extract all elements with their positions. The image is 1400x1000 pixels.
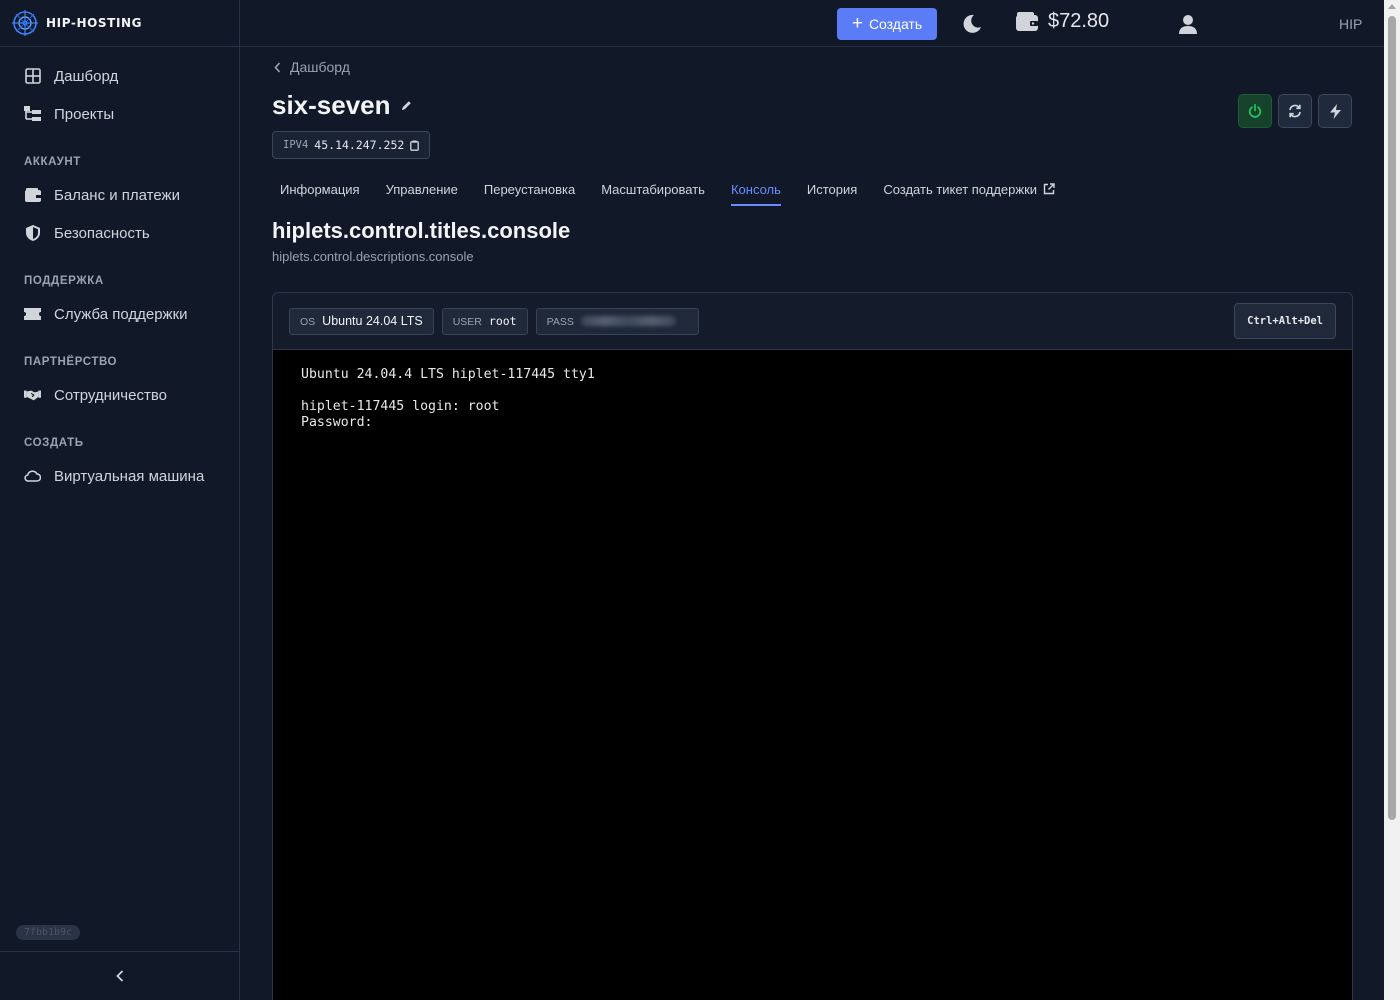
os-label: OS [300,316,316,328]
sidebar-item-label: Безопасность [54,224,150,242]
cloud-icon [24,468,41,485]
pass-label: PASS [546,316,574,328]
sidebar-item-label: Сотрудничество [54,386,167,404]
user-value: root [488,314,517,328]
os-value: Ubuntu 24.04 LTS [322,314,423,328]
tab-info[interactable]: Информация [272,174,373,204]
dashboard-icon [24,68,41,85]
sidebar-collapse-button[interactable] [0,951,239,1000]
wallet-icon [24,187,41,204]
lightning-icon [1329,103,1341,119]
user-icon[interactable] [1177,13,1199,35]
brand-name: HIP-HOSTING [46,16,143,30]
terminal-line: Ubuntu 24.04.4 LTS hiplet-117445 tty1 [301,367,595,382]
section-title: hiplets.control.titles.console [272,218,571,243]
handshake-icon [24,387,41,404]
ip-value: 45.14.247.252 [314,138,405,152]
password-hidden-value [580,316,676,326]
tabs: Информация Управление Переустановка Масш… [272,174,1068,206]
refresh-icon [1289,104,1301,118]
tab-management[interactable]: Управление [373,174,471,204]
brand-logo-icon [12,10,38,36]
ticket-icon [24,306,41,323]
sidebar-item-label: Проекты [54,105,115,123]
section-support: ПОДДЕРЖКА [24,275,104,287]
tab-support-ticket[interactable]: Создать тикет поддержки [870,174,1068,204]
version-badge: 7fbb1b9c [16,925,81,940]
page-title: six-seven [272,90,391,120]
sidebar: HIP-HOSTING Дашборд Проекты АККАУНТ Бала… [0,0,240,1000]
tab-history[interactable]: История [794,174,870,204]
reboot-button[interactable] [1278,94,1312,128]
ctrl-alt-del-button[interactable]: Ctrl+Alt+Del [1234,303,1336,339]
sidebar-item-label: Дашборд [54,67,119,85]
sidebar-item-label: Виртуальная машина [54,467,205,485]
console-toolbar: OS Ubuntu 24.04 LTS USER root PASS Ctrl+… [273,293,1352,350]
force-action-button[interactable] [1318,94,1352,128]
sidebar-item-dashboard[interactable]: Дашборд [0,57,239,95]
create-button-label: Создать [868,16,923,32]
projects-icon [24,106,41,123]
sidebar-item-projects[interactable]: Проекты [0,95,239,133]
shield-icon [24,225,41,242]
ip-label: IPV4 [283,139,309,151]
user-label: USER [452,316,482,328]
scroll-up-arrow[interactable] [1388,4,1396,9]
wallet-icon [1016,12,1038,31]
power-button[interactable] [1238,94,1272,128]
balance-amount: $72.80 [1048,10,1110,32]
create-button[interactable]: + Создать [837,8,937,40]
sidebar-item-partnership[interactable]: Сотрудничество [0,376,239,414]
os-badge: OS Ubuntu 24.04 LTS [289,307,434,335]
plus-icon: + [851,12,863,34]
copy-icon[interactable] [410,140,420,151]
sidebar-item-label: Служба поддержки [54,305,188,323]
pencil-icon[interactable] [401,100,412,111]
terminal-line: hiplet-117445 login: root [301,399,500,414]
terminal-line: Password: [301,415,373,430]
section-account: АККАУНТ [24,156,81,168]
brand[interactable]: HIP-HOSTING [0,0,239,47]
section-create: СОЗДАТЬ [24,437,84,449]
tab-reinstall[interactable]: Переустановка [471,174,588,204]
section-partnership: ПАРТНЁРСТВО [24,356,118,368]
user-name[interactable]: HIP [1339,16,1362,32]
console-panel: OS Ubuntu 24.04 LTS USER root PASS Ctrl+… [272,292,1353,1000]
moon-icon[interactable] [960,12,984,36]
section-description: hiplets.control.descriptions.console [272,249,474,264]
sidebar-item-security[interactable]: Безопасность [0,214,239,252]
chevron-left-icon [274,61,281,73]
tab-scale[interactable]: Масштабировать [588,174,718,204]
sidebar-item-vm[interactable]: Виртуальная машина [0,457,239,495]
balance-widget[interactable]: $72.80 [1016,10,1109,33]
scroll-thumb[interactable] [1388,16,1396,820]
user-badge[interactable]: USER root [441,307,528,335]
sidebar-nav: Дашборд Проекты АККАУНТ Баланс и платежи… [0,47,239,495]
external-link-icon [1043,183,1055,195]
sidebar-item-label: Баланс и платежи [54,186,180,204]
chevron-left-icon [115,970,123,982]
sidebar-item-billing[interactable]: Баланс и платежи [0,176,239,214]
main-content: Дашборд six-seven IPV4 45.14.247.252 Инф… [240,48,1384,1000]
tab-console[interactable]: Консоль [718,174,794,206]
back-link-label: Дашборд [290,59,350,75]
power-icon [1248,104,1262,118]
page-scrollbar[interactable] [1384,0,1400,1000]
server-actions [1238,94,1352,128]
top-header: + Создать $72.80 HIP [240,0,1384,47]
sidebar-item-support[interactable]: Служба поддержки [0,295,239,333]
terminal-screen[interactable]: Ubuntu 24.04.4 LTS hiplet-117445 tty1 hi… [273,350,1352,1000]
back-link[interactable]: Дашборд [274,59,350,75]
ip-address-chip[interactable]: IPV4 45.14.247.252 [272,131,431,159]
password-badge[interactable]: PASS [535,307,699,335]
tab-support-ticket-label: Создать тикет поддержки [883,181,1038,197]
title-row: six-seven [272,90,412,121]
